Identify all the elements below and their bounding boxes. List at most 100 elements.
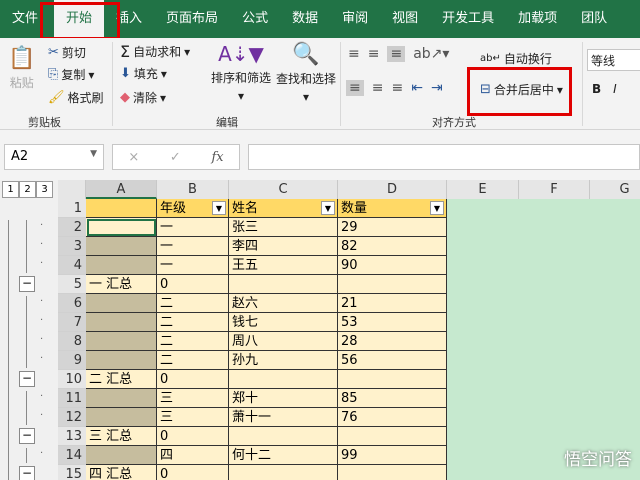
cell-A5[interactable]: 一 汇总: [86, 275, 157, 294]
align-bottom-icon[interactable]: ≡: [387, 46, 406, 62]
fill-button[interactable]: ⬇ 填充 ▾: [120, 65, 167, 82]
cell-D8[interactable]: 28: [338, 332, 447, 351]
cell-C11[interactable]: 郑十: [229, 389, 338, 408]
row-header-2[interactable]: 2: [58, 218, 86, 237]
cell-A9[interactable]: [86, 351, 157, 370]
cell-D13[interactable]: [338, 427, 447, 446]
name-box[interactable]: A2 ▼: [4, 144, 104, 170]
cell-B10[interactable]: 0: [157, 370, 229, 389]
cell-A10[interactable]: 二 汇总: [86, 370, 157, 389]
cell-B2[interactable]: 一: [157, 218, 229, 237]
horizontal-align-buttons[interactable]: ≡ ≡ ≡ ⇤ ⇥: [346, 80, 443, 96]
row-header-15[interactable]: 15: [58, 465, 86, 480]
cell-B9[interactable]: 二: [157, 351, 229, 370]
outline-level-3[interactable]: 3: [36, 181, 53, 198]
cell-C8[interactable]: 周八: [229, 332, 338, 351]
cell-C6[interactable]: 赵六: [229, 294, 338, 313]
cell-A12[interactable]: [86, 408, 157, 427]
row-header-7[interactable]: 7: [58, 313, 86, 332]
wrap-text-button[interactable]: ab↵ 自动换行: [480, 50, 552, 67]
cell-D3[interactable]: 82: [338, 237, 447, 256]
orientation-icon[interactable]: ab↗▾: [413, 46, 449, 62]
collapse-group-button[interactable]: −: [19, 371, 35, 387]
row-header-13[interactable]: 13: [58, 427, 86, 446]
cell-B15[interactable]: 0: [157, 465, 229, 480]
check-icon[interactable]: ✓: [170, 150, 181, 165]
collapse-group-button[interactable]: −: [19, 466, 35, 480]
cell-D4[interactable]: 90: [338, 256, 447, 275]
cell-C13[interactable]: [229, 427, 338, 446]
row-header-11[interactable]: 11: [58, 389, 86, 408]
row-header-6[interactable]: 6: [58, 294, 86, 313]
cell-A2[interactable]: [86, 218, 157, 237]
cell-A15[interactable]: 四 汇总: [86, 465, 157, 480]
cell-C4[interactable]: 王五: [229, 256, 338, 275]
cell-B7[interactable]: 二: [157, 313, 229, 332]
cell-D12[interactable]: 76: [338, 408, 447, 427]
cell-D9[interactable]: 56: [338, 351, 447, 370]
cell-A14[interactable]: [86, 446, 157, 465]
cell-A4[interactable]: [86, 256, 157, 275]
cell-D6[interactable]: 21: [338, 294, 447, 313]
row-header-5[interactable]: 5: [58, 275, 86, 294]
row-header-14[interactable]: 14: [58, 446, 86, 465]
cell-D5[interactable]: [338, 275, 447, 294]
cell-B8[interactable]: 二: [157, 332, 229, 351]
row-header-8[interactable]: 8: [58, 332, 86, 351]
cell-B6[interactable]: 二: [157, 294, 229, 313]
row-header-4[interactable]: 4: [58, 256, 86, 275]
column-header-E[interactable]: E: [447, 180, 519, 199]
cell-C3[interactable]: 李四: [229, 237, 338, 256]
cell-B11[interactable]: 三: [157, 389, 229, 408]
align-center-icon[interactable]: ≡: [372, 80, 384, 96]
filter-dropdown-icon[interactable]: ▼: [321, 201, 335, 215]
sort-filter-button[interactable]: A⇣▼ 排序和筛选 ▾: [211, 42, 271, 103]
cell-B4[interactable]: 一: [157, 256, 229, 275]
bold-button[interactable]: B: [592, 82, 601, 96]
outline-level-2[interactable]: 2: [19, 181, 36, 198]
formula-input[interactable]: [248, 144, 640, 170]
align-left-icon[interactable]: ≡: [346, 80, 364, 96]
cell-A8[interactable]: [86, 332, 157, 351]
tab-3[interactable]: 页面布局: [154, 0, 230, 38]
cell-C2[interactable]: 张三: [229, 218, 338, 237]
tab-5[interactable]: 数据: [280, 0, 330, 38]
cell-C1[interactable]: 姓名 ▼: [229, 199, 338, 218]
tab-8[interactable]: 开发工具: [430, 0, 506, 38]
select-all[interactable]: [58, 180, 86, 199]
clear-button[interactable]: ◆ 清除 ▾: [120, 89, 166, 106]
cell-D7[interactable]: 53: [338, 313, 447, 332]
cell-A13[interactable]: 三 汇总: [86, 427, 157, 446]
cell-C7[interactable]: 钱七: [229, 313, 338, 332]
cell-B14[interactable]: 四: [157, 446, 229, 465]
cell-B1[interactable]: 年级 ▼: [157, 199, 229, 218]
column-header-F[interactable]: F: [519, 180, 590, 199]
tab-4[interactable]: 公式: [230, 0, 280, 38]
format-painter-button[interactable]: 🖌 格式刷: [48, 89, 104, 106]
tab-6[interactable]: 审阅: [330, 0, 380, 38]
cell-C12[interactable]: 萧十一: [229, 408, 338, 427]
cell-B12[interactable]: 三: [157, 408, 229, 427]
autosum-button[interactable]: Σ 自动求和 ▾: [120, 42, 190, 61]
row-header-1[interactable]: 1: [58, 199, 86, 218]
cell-A11[interactable]: [86, 389, 157, 408]
align-top-icon[interactable]: ≡: [348, 46, 360, 62]
font-name-select[interactable]: 等线: [587, 49, 640, 71]
column-header-C[interactable]: C: [229, 180, 338, 199]
cell-D1[interactable]: 数量 ▼: [338, 199, 447, 218]
row-header-12[interactable]: 12: [58, 408, 86, 427]
tab-9[interactable]: 加载项: [506, 0, 569, 38]
cut-button[interactable]: ✂ 剪切: [48, 44, 86, 61]
cell-D15[interactable]: [338, 465, 447, 480]
cell-C15[interactable]: [229, 465, 338, 480]
cell-D2[interactable]: 29: [338, 218, 447, 237]
row-header-9[interactable]: 9: [58, 351, 86, 370]
collapse-group-button[interactable]: −: [19, 276, 35, 292]
cell-C10[interactable]: [229, 370, 338, 389]
filter-dropdown-icon[interactable]: ▼: [430, 201, 444, 215]
row-header-10[interactable]: 10: [58, 370, 86, 389]
cell-C14[interactable]: 何十二: [229, 446, 338, 465]
row-header-3[interactable]: 3: [58, 237, 86, 256]
increase-indent-icon[interactable]: ⇥: [431, 80, 443, 96]
cell-C5[interactable]: [229, 275, 338, 294]
